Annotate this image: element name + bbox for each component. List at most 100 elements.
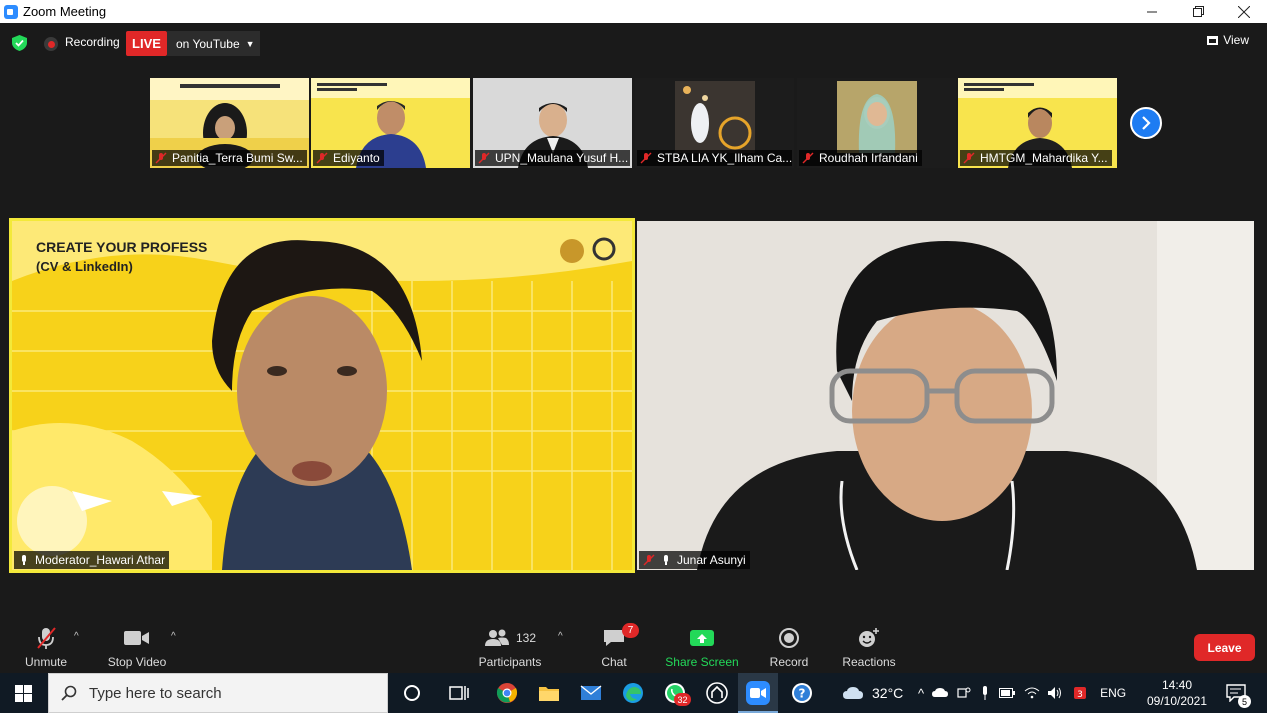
muted-mic-icon — [478, 152, 490, 164]
participant-video — [637, 221, 1254, 570]
muted-mic-icon — [963, 152, 975, 164]
volume-icon[interactable] — [1047, 686, 1063, 700]
edge-icon[interactable] — [621, 681, 645, 705]
muted-mic-icon — [316, 152, 328, 164]
next-page-button[interactable] — [1130, 107, 1162, 139]
video-icon-wrap — [124, 623, 150, 653]
view-grid-icon — [1207, 35, 1219, 45]
taskbar-clock[interactable]: 14:40 09/10/2021 — [1140, 677, 1214, 709]
restore-icon — [1192, 6, 1204, 17]
participant-name-tag: Roudhah Irfandani — [799, 150, 922, 166]
minimize-button[interactable] — [1129, 0, 1175, 23]
chevron-right-icon — [1142, 116, 1151, 130]
window-controls — [1129, 0, 1267, 23]
mail-icon[interactable] — [579, 681, 603, 705]
unmute-button[interactable]: Unmute — [20, 623, 72, 673]
wifi-icon[interactable] — [1024, 687, 1040, 699]
participant-name-tag: HMTGM_Mahardika Y... — [960, 150, 1112, 166]
participant-name: Junar Asunyi — [677, 553, 746, 567]
stop-video-button[interactable]: Stop Video — [105, 623, 169, 673]
microphone-tray-icon[interactable] — [980, 686, 990, 700]
app-house-icon[interactable] — [705, 681, 729, 705]
task-view-icon[interactable] — [447, 681, 471, 705]
participant-name: Ediyanto — [333, 151, 380, 165]
close-icon — [1238, 5, 1250, 18]
participant-thumbnail[interactable]: HMTGM_Mahardika Y... — [958, 78, 1117, 168]
start-button[interactable] — [0, 673, 47, 713]
pin-speaker-icon — [22, 555, 26, 565]
share-screen-icon — [690, 630, 714, 646]
participant-name: UPN_Maulana Yusuf H... — [495, 151, 629, 165]
participant-name-tag: Ediyanto — [313, 150, 384, 166]
chat-unread-badge: 7 — [622, 623, 639, 638]
close-button[interactable] — [1221, 0, 1267, 23]
participants-button[interactable]: 132 Participants — [476, 623, 544, 673]
system-tray: ^ 3 ENG — [918, 673, 1126, 713]
participant-thumbnail[interactable]: Panitia_Terra Bumi Sw... — [150, 78, 309, 168]
participant-name: Panitia_Terra Bumi Sw... — [172, 151, 303, 165]
view-button[interactable]: View — [1207, 33, 1249, 47]
participants-icon — [484, 629, 509, 646]
chat-button[interactable]: 7 Chat — [598, 623, 639, 673]
house-outline-icon — [706, 682, 728, 704]
active-speaker-tile[interactable]: CREATE YOUR PROFESS (CV & LinkedIn) Mode… — [9, 218, 635, 573]
chat-icon-wrap: 7 — [602, 623, 639, 653]
folder-icon — [539, 687, 559, 701]
input-language[interactable]: ENG — [1100, 686, 1126, 700]
meeting-area: Recording LIVE on YouTube ▼ View Panitia… — [0, 23, 1267, 673]
muted-mic-icon — [37, 627, 56, 649]
leave-button[interactable]: Leave — [1194, 634, 1255, 661]
participants-options-caret-icon[interactable]: ^ — [558, 631, 563, 642]
share-screen-button[interactable]: Share Screen — [664, 623, 740, 673]
clock-time: 14:40 — [1161, 678, 1193, 692]
search-icon — [61, 685, 77, 701]
view-label: View — [1223, 33, 1249, 47]
file-explorer-icon[interactable] — [537, 681, 561, 705]
zoom-taskbar-active[interactable] — [738, 673, 778, 713]
reactions-button[interactable]: Reactions — [840, 623, 898, 673]
cortana-circle-icon — [404, 685, 420, 701]
muted-mic-icon — [155, 152, 167, 164]
cloud-weather-icon — [843, 687, 863, 699]
zoom-taskbar-icon — [746, 681, 770, 705]
participant-tile[interactable]: Junar Asunyi — [637, 221, 1254, 570]
share-screen-label: Share Screen — [665, 655, 739, 669]
video-camera-icon — [124, 631, 149, 645]
reactions-icon-wrap — [857, 623, 881, 653]
muted-mic-icon — [802, 152, 814, 164]
svg-text:3: 3 — [1077, 690, 1083, 700]
video-options-caret-icon[interactable]: ^ — [171, 631, 176, 642]
record-button[interactable]: Record — [768, 623, 810, 673]
cortana-icon[interactable] — [400, 681, 424, 705]
show-hidden-icons-chevron-icon[interactable]: ^ — [918, 686, 924, 701]
security-shield-icon[interactable] — [12, 35, 27, 51]
participant-thumbnail[interactable]: UPN_Maulana Yusuf H... — [473, 78, 632, 168]
restore-button[interactable] — [1175, 0, 1221, 23]
stream-target-label: on YouTube — [176, 36, 240, 51]
participants-icon-wrap: 132 — [484, 623, 536, 653]
taskbar-search-box[interactable]: Type here to search — [48, 673, 388, 713]
participant-name-tag: Panitia_Terra Bumi Sw... — [152, 150, 307, 166]
record-icon-wrap — [778, 623, 800, 653]
muted-mic-icon — [640, 152, 652, 164]
participant-thumbnail[interactable]: Ediyanto — [311, 78, 470, 168]
zoom-app-icon — [4, 4, 18, 19]
app-notification-tray-icon[interactable]: 3 — [1072, 685, 1088, 701]
participant-thumbnail[interactable]: Roudhah Irfandani — [797, 78, 956, 168]
battery-icon[interactable] — [999, 688, 1016, 698]
weather-widget[interactable]: 32°C — [842, 673, 903, 713]
notification-count-badge: 5 — [1238, 695, 1251, 708]
participant-name-tag: UPN_Maulana Yusuf H... — [475, 150, 630, 166]
participant-name: Roudhah Irfandani — [819, 151, 918, 165]
chat-label: Chat — [601, 655, 627, 669]
participants-label: Participants — [478, 655, 542, 669]
question-mark-icon: ? — [792, 683, 812, 703]
stream-target-dropdown[interactable]: on YouTube ▼ — [167, 31, 260, 56]
audio-options-caret-icon[interactable]: ^ — [74, 631, 79, 642]
window-titlebar: Zoom Meeting — [0, 0, 1267, 23]
meet-now-icon[interactable] — [957, 686, 971, 700]
participant-thumbnail[interactable]: STBA LIA YK_Ilham Ca... — [635, 78, 794, 168]
onedrive-cloud-icon[interactable] — [932, 688, 949, 698]
chrome-icon[interactable] — [495, 681, 519, 705]
help-icon[interactable]: ? — [790, 681, 814, 705]
